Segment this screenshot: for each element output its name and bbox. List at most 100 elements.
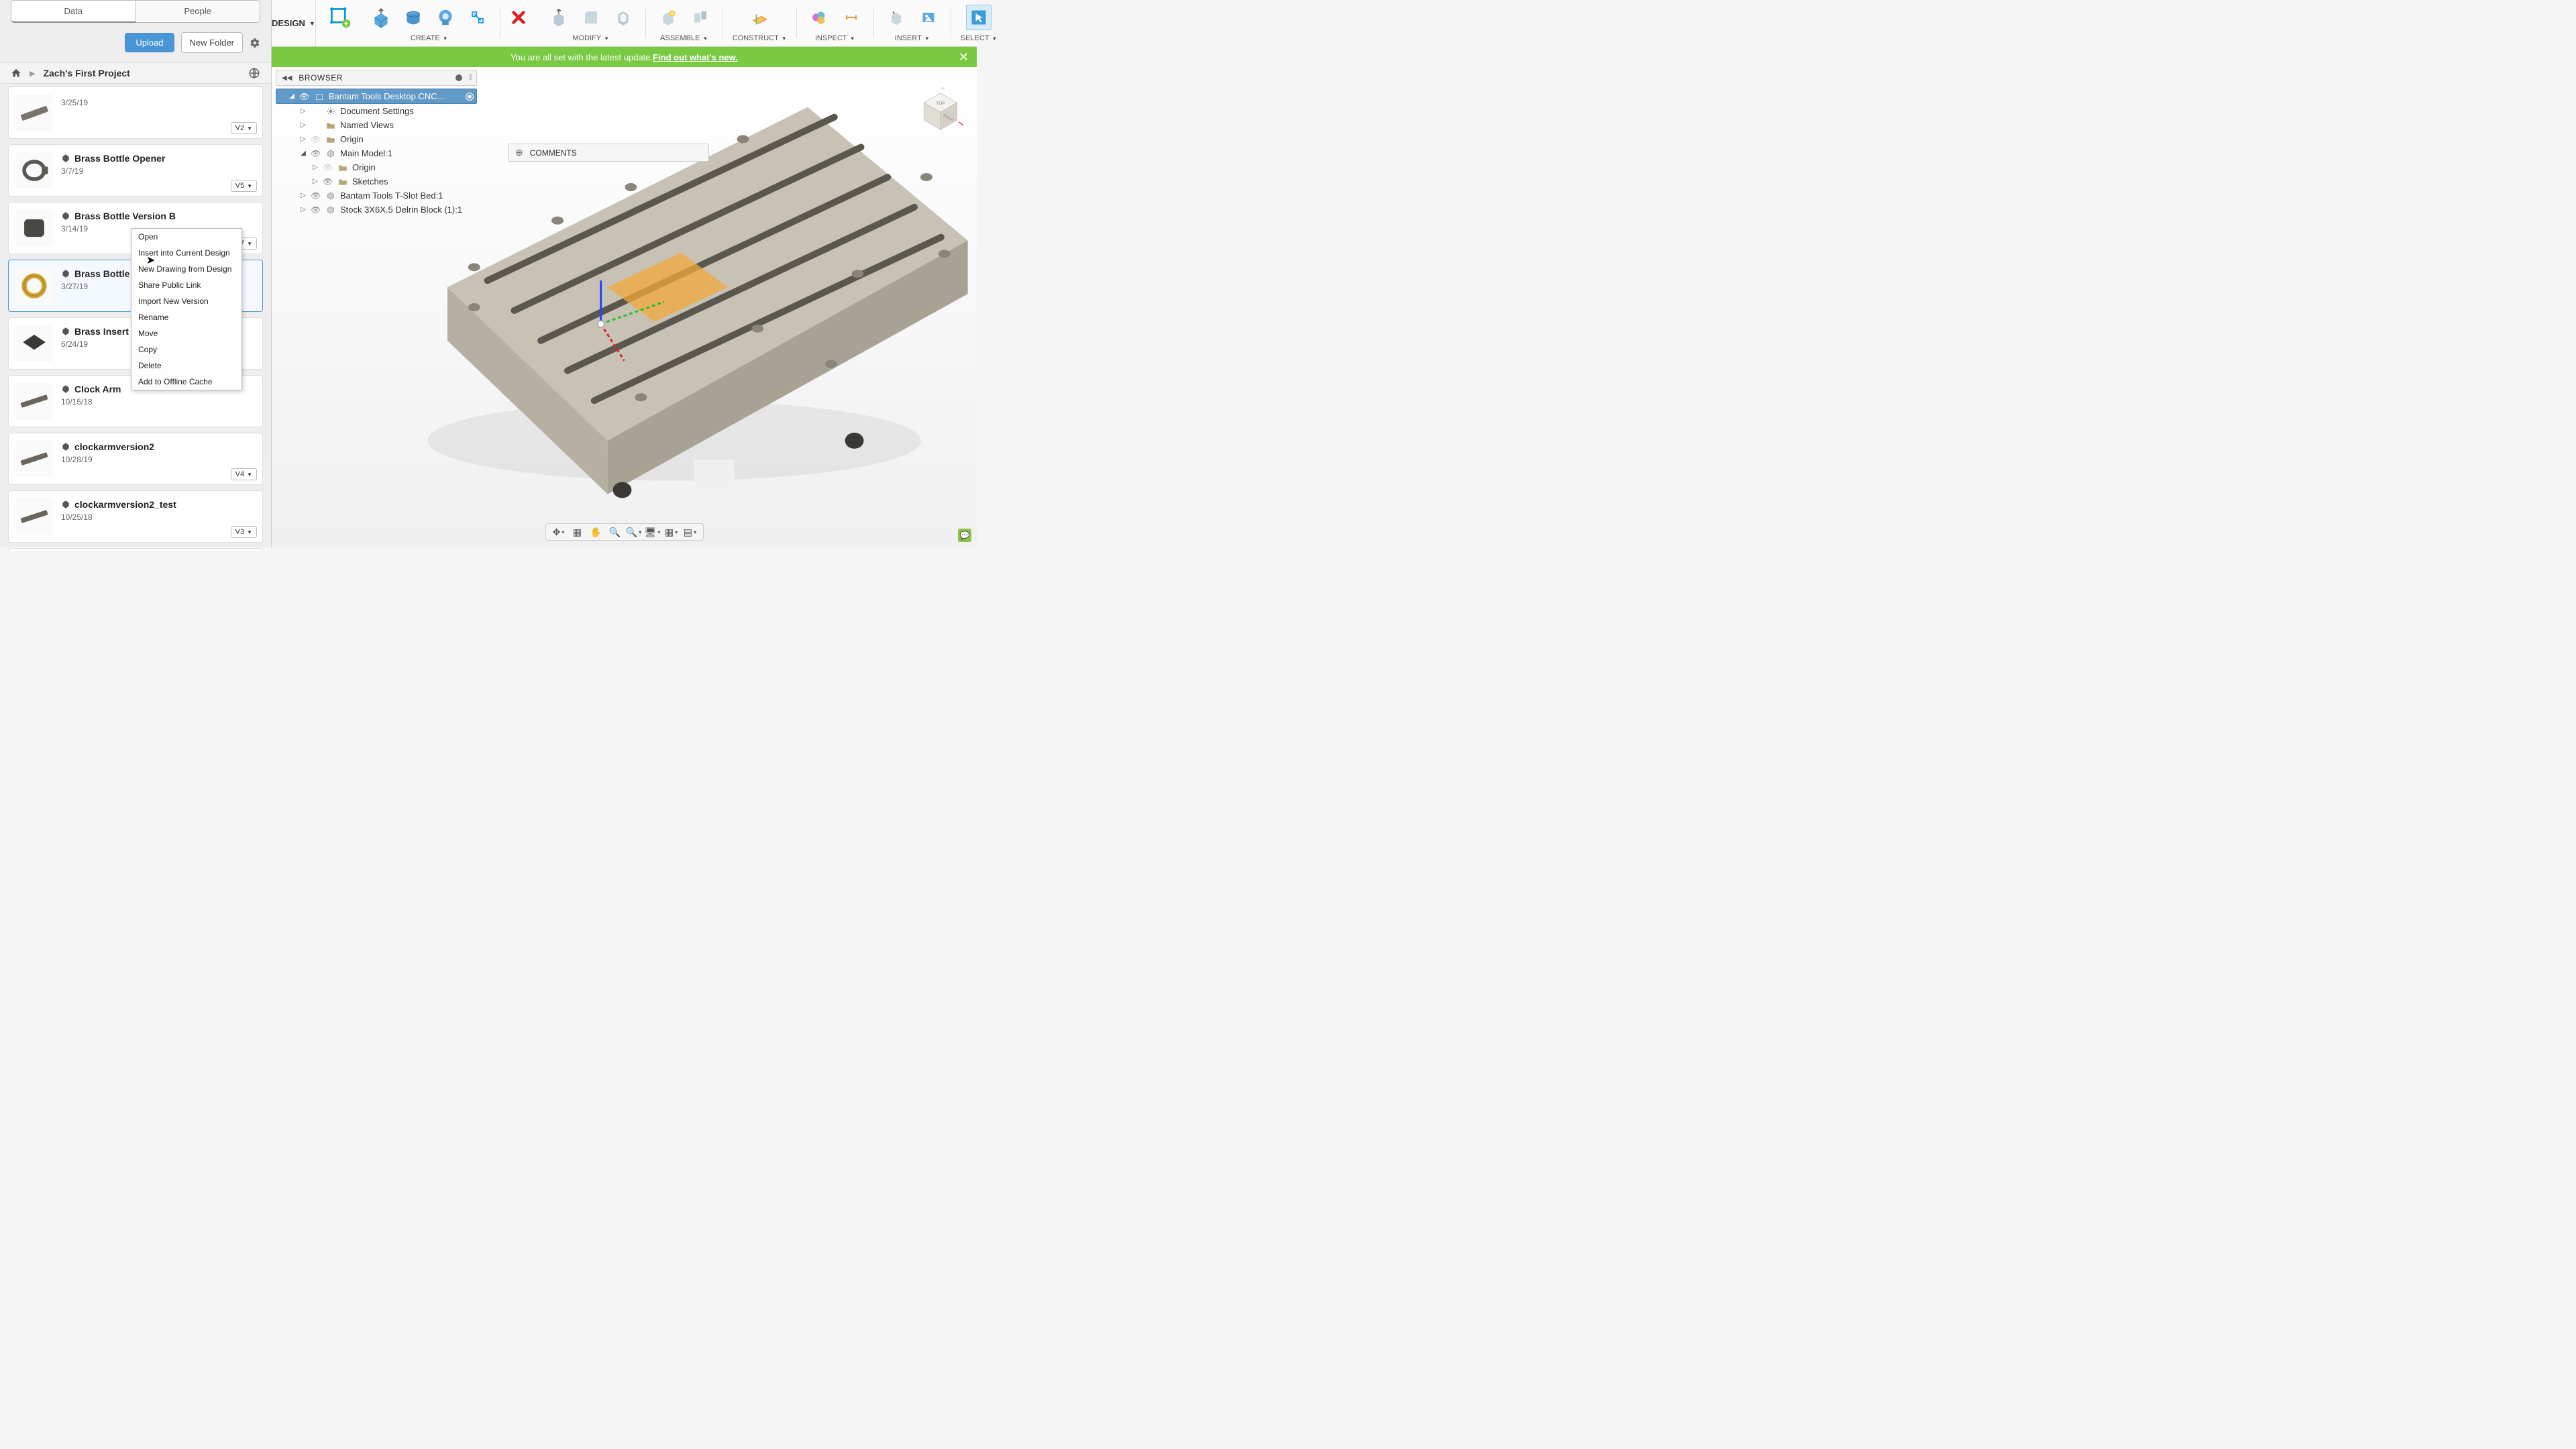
group-label-select[interactable]: SELECT▼ <box>961 32 998 46</box>
ribbon: DESIGN▼ CREATE▼ <box>272 0 977 47</box>
workspace-dropdown[interactable]: DESIGN▼ <box>272 0 316 46</box>
comments-label: COMMENTS <box>530 148 577 158</box>
home-icon[interactable] <box>11 68 21 78</box>
ctx-rename[interactable]: Rename <box>131 309 241 325</box>
project-title[interactable]: Zach's First Project <box>43 68 240 78</box>
file-item[interactable]: Brass Bottle Opener 3/7/19 V5▼ <box>8 144 263 197</box>
close-icon[interactable]: ✕ <box>959 50 969 64</box>
ctx-move[interactable]: Move <box>131 325 241 341</box>
grid-button[interactable]: ▦▾ <box>663 525 680 539</box>
ctx-import-version[interactable]: Import New Version <box>131 293 241 309</box>
measure-button[interactable] <box>839 5 864 30</box>
version-dropdown[interactable]: V3▼ <box>231 526 257 538</box>
tree-stock[interactable]: ▷ 👁 Stock 3X6X.5 Delrin Block (1):1 <box>276 203 477 217</box>
file-date: 10/15/18 <box>61 397 256 407</box>
ctx-insert-current[interactable]: Insert into Current Design <box>131 245 241 261</box>
plus-icon[interactable]: ⊕ <box>515 147 523 158</box>
group-label-create[interactable]: CREATE▼ <box>411 32 448 46</box>
workspace: DESIGN▼ CREATE▼ <box>272 0 977 547</box>
insert-decal-button[interactable] <box>916 5 941 30</box>
extrude-button[interactable] <box>368 5 394 30</box>
file-date: 3/25/19 <box>61 98 256 107</box>
sweep-button[interactable] <box>433 5 458 30</box>
version-dropdown[interactable]: V5▼ <box>231 180 257 192</box>
look-at-button[interactable]: ▦ <box>569 525 586 539</box>
ctx-offline-cache[interactable]: Add to Offline Cache <box>131 374 241 390</box>
upload-button[interactable]: Upload <box>125 33 174 52</box>
new-folder-button[interactable]: New Folder <box>181 32 243 53</box>
ctx-delete[interactable]: Delete <box>131 358 241 374</box>
file-item[interactable]: 3/25/19 V2▼ <box>8 87 263 139</box>
press-pull-button[interactable] <box>546 5 572 30</box>
create-sketch-button[interactable] <box>325 5 355 30</box>
group-label-construct[interactable]: CONSTRUCT▼ <box>733 32 787 46</box>
file-title: Brass Insert <box>74 326 129 337</box>
new-component-button[interactable] <box>655 5 681 30</box>
joint-button[interactable] <box>688 5 713 30</box>
tree-root[interactable]: ◢ 👁 Bantam Tools Desktop CNC... <box>276 89 477 104</box>
shell-button[interactable] <box>610 5 636 30</box>
pan-button[interactable]: ✋ <box>588 525 605 539</box>
file-item[interactable]: clockarmversion2_test 10/25/18 V3▼ <box>8 490 263 543</box>
ctx-new-drawing[interactable]: New Drawing from Design <box>131 261 241 277</box>
tree-named-views[interactable]: ▷ Named Views <box>276 118 477 132</box>
panel-tabs: Data People <box>11 0 260 23</box>
insert-derive-button[interactable] <box>883 5 909 30</box>
zoom-button[interactable]: 🔍 <box>606 525 624 539</box>
version-dropdown[interactable]: V4▼ <box>231 468 257 480</box>
pin-icon[interactable] <box>455 74 462 81</box>
fit-button[interactable]: 🔍▾ <box>625 525 643 539</box>
folder-icon <box>325 135 336 144</box>
banner-link[interactable]: Find out what's new. <box>653 52 738 62</box>
tree-mm-sketches[interactable]: ▷ 👁 Sketches <box>276 174 477 189</box>
group-label-assemble[interactable]: ASSEMBLE▼ <box>660 32 708 46</box>
folder-icon <box>337 163 348 172</box>
svg-text:TOP: TOP <box>936 101 945 106</box>
svg-text:Z: Z <box>941 87 945 91</box>
tab-data[interactable]: Data <box>11 0 136 23</box>
viewport-button[interactable]: ▤▾ <box>682 525 699 539</box>
group-label-modify[interactable]: MODIFY▼ <box>572 32 609 46</box>
group-label-insert[interactable]: INSERT▼ <box>895 32 930 46</box>
file-item[interactable]: clockarmversion2 10/28/19 V4▼ <box>8 433 263 485</box>
ctx-open[interactable]: Open <box>131 229 241 245</box>
grip-icon[interactable]: ⦀ <box>469 74 471 83</box>
component-icon <box>325 191 336 201</box>
select-button[interactable] <box>966 5 991 30</box>
collapse-icon[interactable]: ◀◀ <box>282 74 292 82</box>
nav-bar: ✥▾ ▦ ✋ 🔍 🔍▾ 🖥▾ ▦▾ ▤▾ <box>545 523 704 541</box>
chat-icon[interactable]: 💬 <box>958 529 971 542</box>
delete-button[interactable] <box>506 5 531 30</box>
ctx-copy[interactable]: Copy <box>131 341 241 358</box>
tree-origin[interactable]: ▷ 👁 Origin <box>276 132 477 146</box>
viewcube[interactable]: TOP RIGHT Z <box>916 87 965 136</box>
revolve-button[interactable] <box>400 5 426 30</box>
measure-color-button[interactable] <box>806 5 832 30</box>
tree-main-model[interactable]: ◢ 👁 Main Model:1 <box>276 146 477 160</box>
display-button[interactable]: 🖥▾ <box>644 525 661 539</box>
browser-header[interactable]: ◀◀ BROWSER ⦀ <box>276 70 477 86</box>
comments-panel[interactable]: ⊕ COMMENTS <box>508 144 709 162</box>
fillet-button[interactable] <box>578 5 604 30</box>
tab-people[interactable]: People <box>136 0 261 23</box>
version-dropdown[interactable]: V2▼ <box>231 122 257 134</box>
gear-icon[interactable] <box>250 38 260 48</box>
activate-radio[interactable] <box>466 93 474 101</box>
context-menu: Open Insert into Current Design New Draw… <box>131 228 242 390</box>
group-label-inspect[interactable]: INSPECT▼ <box>815 32 855 46</box>
component-icon <box>325 205 336 215</box>
file-item[interactable]: clockarmversion3 11/16/18 V2▼ <box>8 548 263 551</box>
panel-toolbar: Upload New Folder <box>0 23 271 62</box>
tree-doc-settings[interactable]: ▷ Document Settings <box>276 104 477 118</box>
globe-icon[interactable] <box>248 67 260 79</box>
construct-plane-button[interactable] <box>747 5 772 30</box>
tree-tslot[interactable]: ▷ 👁 Bantam Tools T-Slot Bed:1 <box>276 189 477 203</box>
file-date: 10/25/18 <box>61 513 256 522</box>
fusion-file-icon <box>61 442 70 451</box>
loft-button[interactable] <box>465 5 490 30</box>
file-thumbnail <box>15 498 53 535</box>
ctx-share-link[interactable]: Share Public Link <box>131 277 241 293</box>
orbit-button[interactable]: ✥▾ <box>550 525 568 539</box>
tree-mm-origin[interactable]: ▷ 👁 Origin <box>276 160 477 174</box>
file-title: clockarmversion2_test <box>74 499 176 510</box>
